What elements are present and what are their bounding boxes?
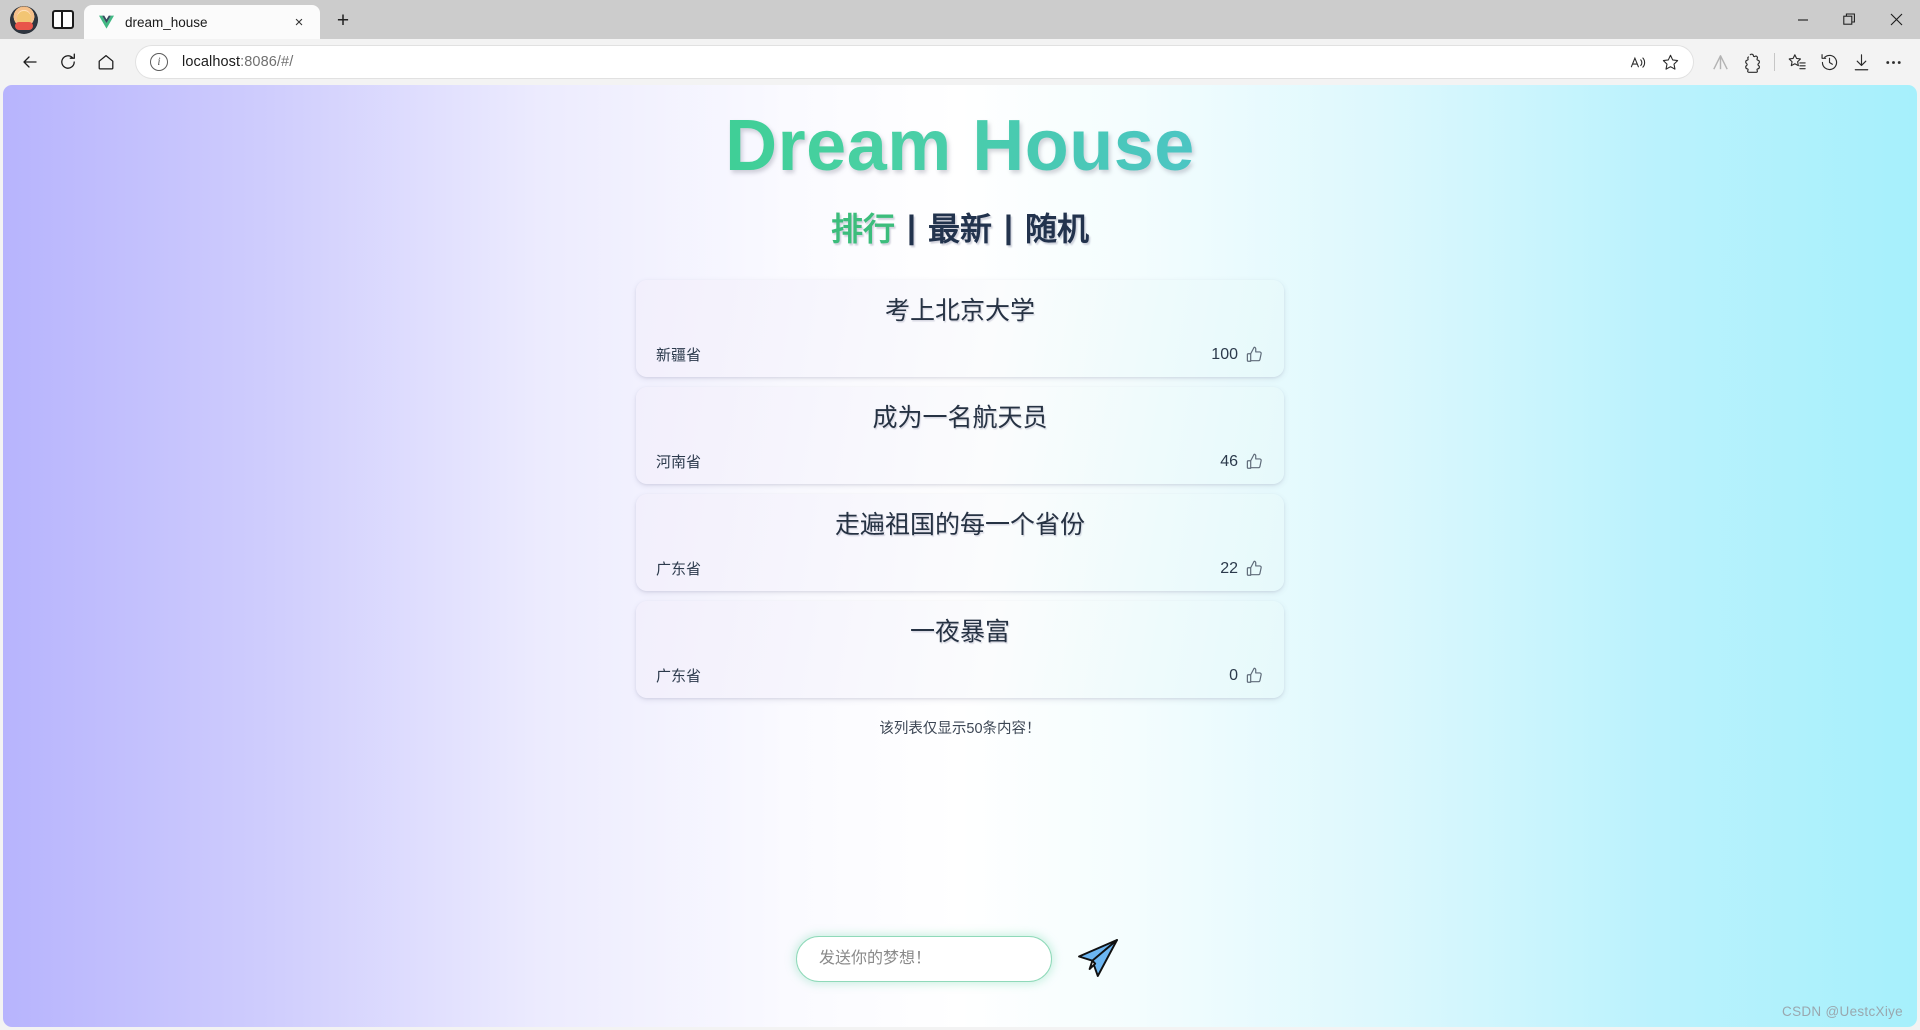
nav-tab-ranking[interactable]: 排行 bbox=[829, 204, 897, 250]
dream-likes[interactable]: 22 bbox=[1220, 559, 1264, 578]
nav-separator: | bbox=[907, 208, 916, 245]
thumbs-up-icon[interactable] bbox=[1245, 452, 1264, 471]
dream-input[interactable] bbox=[796, 936, 1052, 982]
site-info-icon[interactable]: i bbox=[150, 53, 168, 71]
dream-meta: 广东省 0 bbox=[656, 665, 1264, 686]
nav-tab-random[interactable]: 随机 bbox=[1023, 204, 1091, 250]
avatar-icon[interactable] bbox=[10, 5, 38, 34]
titlebar-left-group bbox=[0, 0, 78, 39]
thumbs-up-icon[interactable] bbox=[1245, 559, 1264, 578]
dream-meta: 广东省 22 bbox=[656, 558, 1264, 579]
collections-icon[interactable] bbox=[1782, 48, 1812, 76]
like-count: 0 bbox=[1229, 666, 1238, 684]
send-button[interactable] bbox=[1072, 933, 1124, 985]
home-icon[interactable] bbox=[88, 45, 124, 79]
list-limit-note: 该列表仅显示50条内容！ bbox=[879, 721, 1041, 738]
watermark: CSDN @UestcXiye bbox=[1782, 1004, 1903, 1019]
dream-title: 考上北京大学 bbox=[884, 297, 1035, 326]
tab-close-icon[interactable]: × bbox=[288, 11, 310, 33]
new-tab-button[interactable]: + bbox=[328, 6, 358, 36]
dream-card[interactable]: 走遍祖国的每一个省份 广东省 22 bbox=[636, 494, 1284, 592]
dream-title: 成为一名航天员 bbox=[872, 404, 1048, 433]
url-host: localhost bbox=[182, 54, 241, 70]
close-icon[interactable] bbox=[1873, 0, 1920, 39]
dream-list: 考上北京大学 新疆省 100 成为一名航天员 河南省 46 走遍祖国的每一个省份… bbox=[636, 280, 1284, 699]
settings-more-icon[interactable] bbox=[1878, 48, 1908, 76]
back-arrow-icon[interactable] bbox=[12, 45, 48, 79]
like-count: 100 bbox=[1211, 345, 1238, 363]
reload-icon[interactable] bbox=[50, 45, 86, 79]
dream-meta: 河南省 46 bbox=[656, 451, 1264, 472]
nav-separator: | bbox=[1004, 208, 1013, 245]
dream-card[interactable]: 一夜暴富 广东省 0 bbox=[636, 601, 1284, 699]
browser-titlebar: dream_house × + bbox=[0, 0, 1920, 39]
vue-logo-icon bbox=[99, 15, 114, 29]
downloads-icon[interactable] bbox=[1846, 48, 1876, 76]
dream-card[interactable]: 成为一名航天员 河南省 46 bbox=[636, 387, 1284, 485]
browser-toolbar: i localhost:8086/#/ bbox=[0, 39, 1920, 85]
dream-region: 河南省 bbox=[656, 454, 702, 472]
dream-likes[interactable]: 46 bbox=[1220, 452, 1264, 471]
dream-meta: 新疆省 100 bbox=[656, 344, 1264, 365]
dream-title: 走遍祖国的每一个省份 bbox=[834, 511, 1085, 540]
like-count: 46 bbox=[1220, 452, 1238, 470]
read-aloud-icon[interactable] bbox=[1623, 48, 1653, 76]
page-nav: 排行 | 最新 | 随机 bbox=[829, 204, 1091, 250]
address-bar[interactable]: i localhost:8086/#/ bbox=[136, 46, 1693, 78]
star-icon[interactable] bbox=[1655, 48, 1685, 76]
minimize-icon[interactable] bbox=[1779, 0, 1826, 39]
dream-likes[interactable]: 100 bbox=[1211, 345, 1264, 364]
browser-tab[interactable]: dream_house × bbox=[84, 5, 320, 39]
paper-plane-icon bbox=[1078, 939, 1118, 977]
page-viewport: Dream House 排行 | 最新 | 随机 考上北京大学 新疆省 100 bbox=[3, 85, 1917, 1027]
split-screen-a-icon[interactable] bbox=[1705, 48, 1735, 76]
url-text: localhost:8086/#/ bbox=[182, 54, 293, 70]
history-icon[interactable] bbox=[1814, 48, 1844, 76]
dream-composer bbox=[796, 933, 1124, 985]
dream-region: 广东省 bbox=[656, 668, 702, 686]
dream-card[interactable]: 考上北京大学 新疆省 100 bbox=[636, 280, 1284, 378]
dream-region: 广东省 bbox=[656, 561, 702, 579]
nav-tab-latest[interactable]: 最新 bbox=[926, 204, 994, 250]
like-count: 22 bbox=[1220, 559, 1238, 577]
address-bar-actions bbox=[1623, 48, 1685, 76]
restore-icon[interactable] bbox=[1826, 0, 1873, 39]
tab-title: dream_house bbox=[125, 14, 208, 30]
window-controls bbox=[1779, 0, 1920, 39]
dream-likes[interactable]: 0 bbox=[1229, 666, 1264, 685]
extensions-icon[interactable] bbox=[1737, 48, 1767, 76]
split-screen-icon[interactable] bbox=[52, 10, 74, 29]
browser-window: dream_house × + i localhost:8086/#/ Drea… bbox=[0, 0, 1920, 1030]
thumbs-up-icon[interactable] bbox=[1245, 345, 1264, 364]
dream-house-app: Dream House 排行 | 最新 | 随机 考上北京大学 新疆省 100 bbox=[3, 85, 1917, 1027]
url-path: :8086/#/ bbox=[240, 54, 294, 70]
dream-title: 一夜暴富 bbox=[909, 618, 1010, 647]
toolbar-divider bbox=[1774, 53, 1775, 71]
dream-region: 新疆省 bbox=[656, 347, 702, 365]
page-title: Dream House bbox=[725, 106, 1195, 186]
thumbs-up-icon[interactable] bbox=[1245, 666, 1264, 685]
